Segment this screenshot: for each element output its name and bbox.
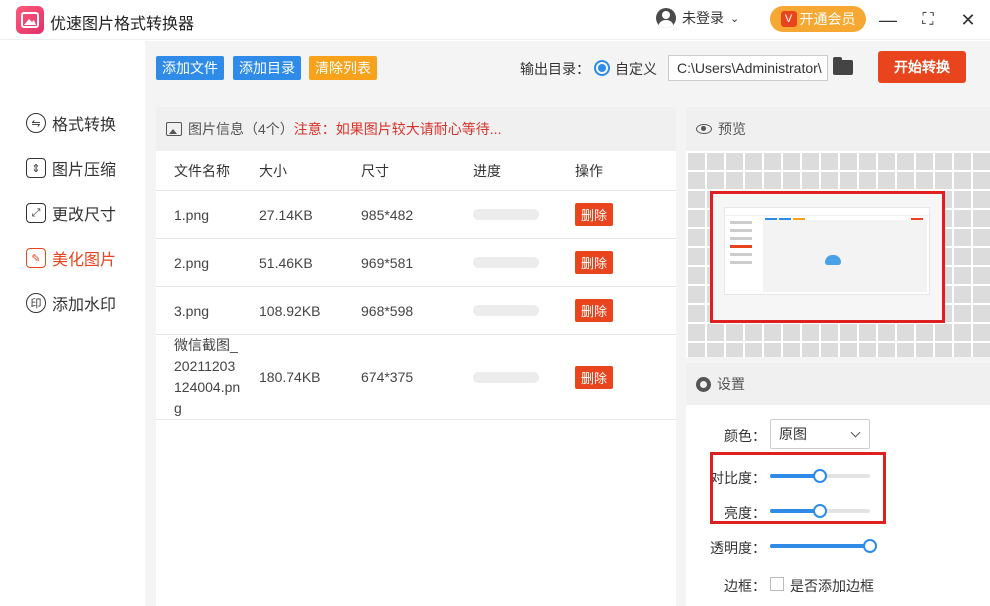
file-dims: 969*581 <box>361 254 414 271</box>
custom-dir-radio-label[interactable]: 自定义 <box>615 59 657 79</box>
col-header-dims: 尺寸 <box>361 162 389 179</box>
color-label: 颜色： <box>724 428 766 444</box>
file-size: 180.74KB <box>259 369 321 385</box>
file-dims: 674*375 <box>361 369 414 385</box>
table-row: 1.png 27.14KB 985*482 删除 <box>156 191 676 239</box>
opacity-slider-fill <box>770 544 870 548</box>
app-logo <box>16 6 44 34</box>
eye-icon <box>696 124 712 134</box>
title-bar: 优速图片格式转换器 未登录 ⌄ V 开通会员 — ⛶ ✕ <box>0 0 990 40</box>
sidebar: ⇋ 格式转换 ⇕ 图片压缩 ⤢ 更改尺寸 ✎ 美化图片 印 添加水印 <box>0 41 145 606</box>
gear-icon <box>696 376 711 392</box>
progress-bar <box>473 257 539 268</box>
table-row: 2.png 51.46KB 969*581 删除 <box>156 239 676 287</box>
border-checkbox[interactable] <box>770 577 784 591</box>
sidebar-item-label: 美化图片 <box>52 252 117 269</box>
file-size: 108.92KB <box>259 302 321 319</box>
opacity-label: 透明度： <box>710 540 766 556</box>
watermark-icon: 印 <box>26 293 46 313</box>
progress-bar <box>473 305 539 316</box>
wait-warning: 注意：如果图片较大请耐心等待... <box>293 121 502 137</box>
image-icon <box>166 122 182 136</box>
clear-list-button[interactable]: 清除列表 <box>309 56 377 80</box>
delete-button[interactable]: 删除 <box>575 299 614 322</box>
content-area: 图片信息（4个） 注意：如果图片较大请耐心等待... 文件名称 大小 尺寸 进度… <box>145 93 990 606</box>
file-list-panel: 图片信息（4个） 注意：如果图片较大请耐心等待... 文件名称 大小 尺寸 进度… <box>156 107 676 606</box>
col-header-name: 文件名称 <box>174 162 230 179</box>
sidebar-item-label: 格式转换 <box>52 117 117 134</box>
beautify-icon: ✎ <box>26 248 46 268</box>
file-size: 51.46KB <box>259 254 313 271</box>
sidebar-item-compress[interactable]: ⇕ 图片压缩 <box>26 156 116 180</box>
file-count-title: 图片信息（4个） <box>188 121 294 137</box>
col-header-progress: 进度 <box>473 162 501 179</box>
border-checkbox-label[interactable]: 是否添加边框 <box>790 576 874 596</box>
col-header-action: 操作 <box>575 162 603 179</box>
color-select-value: 原图 <box>779 426 807 442</box>
delete-button[interactable]: 删除 <box>575 203 614 226</box>
color-select[interactable]: 原图 <box>770 419 870 449</box>
sidebar-item-label: 添加水印 <box>52 297 117 314</box>
progress-bar <box>473 209 539 220</box>
vip-badge-icon: V <box>780 11 797 27</box>
file-name: 1.png <box>174 206 210 223</box>
custom-dir-radio[interactable] <box>594 60 610 76</box>
delete-button[interactable]: 删除 <box>575 365 614 389</box>
sidebar-item-beautify[interactable]: ✎ 美化图片 <box>26 246 116 270</box>
resize-icon: ⤢ <box>26 203 46 223</box>
vip-label: 开通会员 <box>799 11 856 27</box>
sidebar-item-watermark[interactable]: 印 添加水印 <box>26 291 116 315</box>
folder-icon[interactable] <box>833 57 853 75</box>
opacity-slider-handle[interactable] <box>863 539 877 553</box>
sidebar-item-label: 图片压缩 <box>52 162 117 179</box>
table-row: 3.png 108.92KB 968*598 删除 <box>156 287 676 335</box>
file-name: 3.png <box>174 302 210 319</box>
sidebar-item-label: 更改尺寸 <box>52 207 117 224</box>
minimize-button[interactable]: — <box>876 8 900 32</box>
settings-header: 设置 <box>686 363 990 405</box>
picture-icon <box>21 12 39 28</box>
app-title: 优速图片格式转换器 <box>50 16 195 33</box>
table-header: 文件名称 大小 尺寸 进度 操作 <box>156 151 676 191</box>
preview-image-frame <box>710 191 945 323</box>
preview-thumbnail <box>724 207 931 295</box>
close-button[interactable]: ✕ <box>956 8 980 32</box>
opacity-slider[interactable] <box>770 539 877 553</box>
add-file-button[interactable]: 添加文件 <box>156 56 224 80</box>
preview-title: 预览 <box>718 121 746 137</box>
settings-panel: 设置 颜色： 原图 对比度： 亮度： 透明度： 边框： 是否添加边框 <box>686 363 990 606</box>
start-convert-button[interactable]: 开始转换 <box>878 51 966 83</box>
file-size: 27.14KB <box>259 206 313 223</box>
output-path-input[interactable]: C:\Users\Administrator\ <box>668 55 828 81</box>
maximize-button[interactable]: ⛶ <box>916 8 940 32</box>
settings-title: 设置 <box>717 376 745 392</box>
user-icon <box>656 8 676 28</box>
border-label: 边框： <box>724 578 766 594</box>
file-name: 微信截图_ 20211203 124004.pn g <box>174 337 241 416</box>
cloud-icon <box>825 255 841 265</box>
vip-button[interactable]: V 开通会员 <box>770 6 866 32</box>
swap-icon: ⇋ <box>26 113 46 133</box>
preview-panel: 预览 <box>686 107 990 357</box>
file-dims: 985*482 <box>361 206 414 223</box>
compress-icon: ⇕ <box>26 158 46 178</box>
sidebar-item-format-convert[interactable]: ⇋ 格式转换 <box>26 111 116 135</box>
delete-button[interactable]: 删除 <box>575 251 614 274</box>
chevron-down-icon <box>850 427 861 438</box>
user-login-label: 未登录 <box>682 10 724 26</box>
col-header-size: 大小 <box>259 162 287 179</box>
output-dir-label: 输出目录： <box>520 61 590 77</box>
table-row: 微信截图_ 20211203 124004.pn g 180.74KB 674*… <box>156 335 676 420</box>
add-directory-button[interactable]: 添加目录 <box>233 56 301 80</box>
toolbar: 添加文件 添加目录 清除列表 输出目录： 自定义 C:\Users\Admini… <box>145 41 990 93</box>
file-name: 2.png <box>174 254 210 271</box>
preview-header: 预览 <box>686 107 990 151</box>
sidebar-item-resize[interactable]: ⤢ 更改尺寸 <box>26 201 116 225</box>
file-panel-header: 图片信息（4个） 注意：如果图片较大请耐心等待... <box>156 107 676 151</box>
progress-bar <box>473 371 539 383</box>
file-dims: 968*598 <box>361 302 414 319</box>
highlight-box <box>710 452 886 524</box>
user-menu[interactable]: 未登录 ⌄ <box>656 8 739 28</box>
chevron-down-icon: ⌄ <box>730 12 740 25</box>
